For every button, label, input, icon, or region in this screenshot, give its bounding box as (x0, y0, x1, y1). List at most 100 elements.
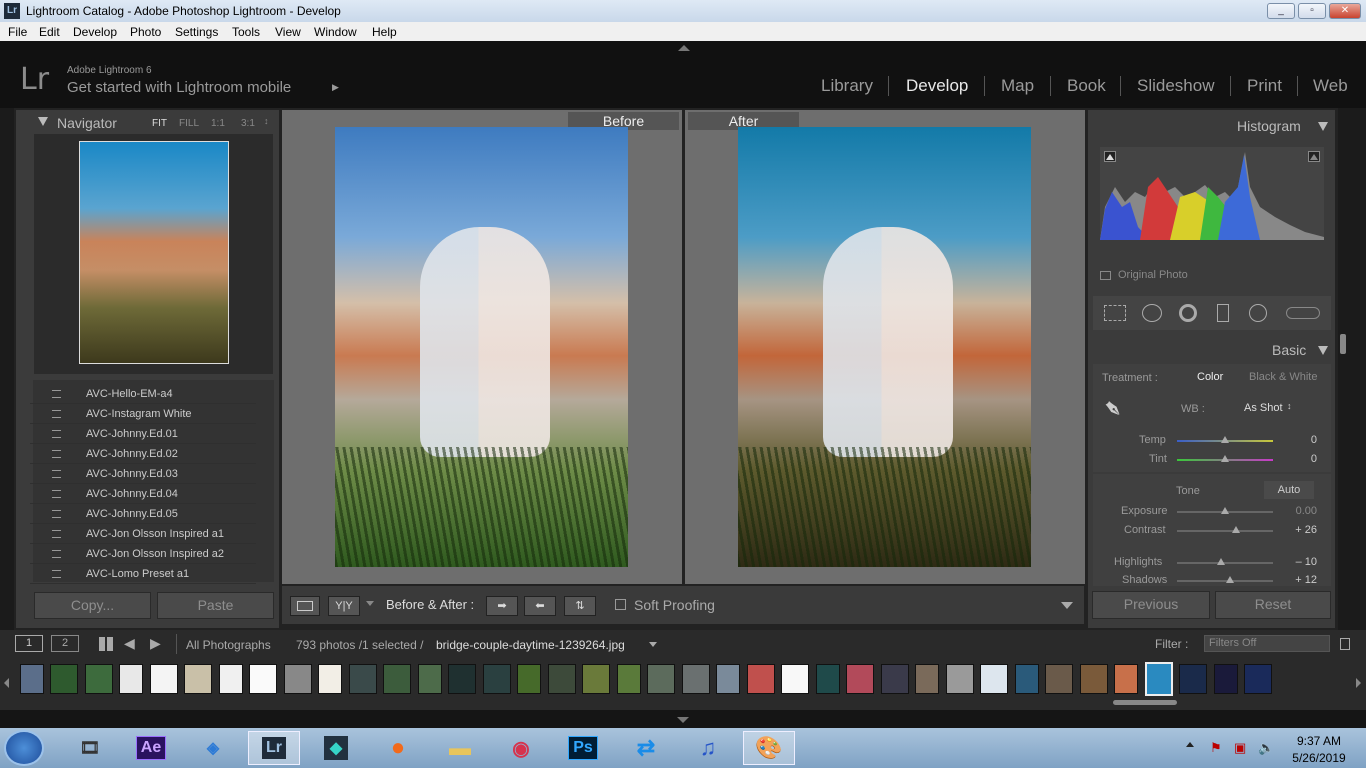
after-photo[interactable] (738, 127, 1031, 567)
filmstrip-thumbnail[interactable] (682, 664, 710, 694)
exposure-value[interactable]: 0.00 (1277, 505, 1317, 517)
filmstrip-thumbnail[interactable] (716, 664, 740, 694)
menu-tools[interactable]: Tools (232, 25, 260, 39)
filmstrip-thumbnail[interactable] (418, 664, 442, 694)
menu-window[interactable]: Window (314, 25, 357, 39)
clock-date[interactable]: 5/26/2019 (1288, 751, 1350, 765)
filmstrip-thumbnail[interactable] (781, 664, 809, 694)
previous-button[interactable]: Previous (1092, 591, 1210, 619)
filmstrip-thumbnail[interactable] (1145, 662, 1173, 696)
soft-proofing-checkbox[interactable] (615, 599, 626, 610)
zoom-fit[interactable]: FIT (152, 118, 167, 129)
disclosure-triangle-icon[interactable] (38, 117, 48, 126)
histogram-graph[interactable] (1100, 147, 1324, 240)
filmstrip-thumbnail[interactable] (483, 664, 511, 694)
copy-button[interactable]: Copy... (34, 592, 151, 619)
filename[interactable]: bridge-couple-daytime-1239264.jpg (436, 638, 625, 652)
shadows-slider[interactable] (1177, 580, 1273, 582)
paint-icon[interactable]: 🎨 (743, 731, 795, 765)
filmstrip-thumbnail[interactable] (1214, 664, 1238, 694)
collapse-bottom-icon[interactable] (677, 717, 689, 723)
menu-settings[interactable]: Settings (175, 25, 218, 39)
filmstrip-thumbnail[interactable] (349, 664, 377, 694)
start-button[interactable] (4, 730, 44, 766)
filmstrip-thumbnail[interactable] (85, 664, 113, 694)
filmstrip-thumbnail[interactable] (548, 664, 576, 694)
menu-help[interactable]: Help (372, 25, 397, 39)
highlights-value[interactable]: – 10 (1277, 556, 1317, 568)
temp-slider-knob[interactable] (1221, 436, 1229, 443)
preset-item[interactable]: AVC-Jon Olsson Inspired a1 (30, 524, 256, 544)
paste-button[interactable]: Paste (157, 592, 274, 619)
photoshop-icon[interactable]: Ps (568, 736, 598, 760)
mobile-link[interactable]: Get started with Lightroom mobile (67, 79, 291, 96)
shadows-value[interactable]: + 12 (1277, 574, 1317, 586)
second-screen-button[interactable]: 2 (51, 635, 79, 652)
filmstrip-thumbnail[interactable] (747, 664, 775, 694)
copy-after-to-before-icon[interactable]: ⬅ (524, 596, 556, 616)
preset-item[interactable]: AVC-Jon Olsson Inspired a2 (30, 544, 256, 564)
main-screen-button[interactable]: 1 (15, 635, 43, 652)
graduated-filter-icon[interactable] (1217, 304, 1229, 322)
filmstrip-thumbnail[interactable] (881, 664, 909, 694)
filmstrip-thumbnail[interactable] (284, 664, 312, 694)
media-player-icon[interactable]: 🎞 (64, 731, 116, 765)
filmstrip-thumbnail[interactable] (915, 664, 939, 694)
after-effects-icon[interactable]: Ae (135, 736, 167, 760)
source-label[interactable]: All Photographs (186, 638, 271, 652)
menu-file[interactable]: File (8, 25, 27, 39)
filmstrip-thumbnail[interactable] (980, 664, 1008, 694)
basic-collapse-icon[interactable] (1318, 346, 1328, 355)
forward-arrow-icon[interactable]: ▶ (150, 635, 161, 652)
crop-tool-icon[interactable] (1104, 305, 1126, 321)
filmstrip-thumbnail[interactable] (617, 664, 641, 694)
contrast-slider-knob[interactable] (1232, 526, 1240, 533)
tint-slider-knob[interactable] (1221, 455, 1229, 462)
teamviewer-icon[interactable]: ⇄ (620, 731, 672, 765)
action-center-icon[interactable]: ⚑ (1210, 740, 1222, 756)
loupe-view-button[interactable] (290, 596, 320, 616)
spot-removal-icon[interactable] (1142, 304, 1162, 322)
menu-view[interactable]: View (275, 25, 301, 39)
module-map[interactable]: Map (1001, 76, 1034, 96)
collapse-top-icon[interactable] (678, 45, 690, 51)
auto-tone-button[interactable]: Auto (1264, 481, 1314, 499)
treatment-black-white[interactable]: Black & White (1249, 371, 1317, 383)
camera-app-icon[interactable]: ◉ (495, 731, 547, 765)
preset-item[interactable]: AVC-Instagram White (30, 404, 256, 424)
preset-item[interactable]: AVC-Johnny.Ed.03 (30, 464, 256, 484)
preset-item[interactable]: AVC-Johnny.Ed.05 (30, 504, 256, 524)
filmstrip-thumbnail[interactable] (219, 664, 243, 694)
before-photo[interactable] (335, 127, 628, 567)
filmstrip-thumbnail[interactable] (1114, 664, 1138, 694)
close-button[interactable]: ✕ (1329, 3, 1361, 19)
filmstrip-thumbnail[interactable] (383, 664, 411, 694)
shadows-slider-knob[interactable] (1226, 576, 1234, 583)
filmstrip-thumbnail[interactable] (846, 664, 874, 694)
preset-item[interactable]: AVC-Johnny.Ed.04 (30, 484, 256, 504)
module-slideshow[interactable]: Slideshow (1137, 76, 1215, 96)
filmstrip-thumbnail[interactable] (184, 664, 212, 694)
clock-time[interactable]: 9:37 AM (1292, 734, 1346, 748)
temp-value[interactable]: 0 (1277, 434, 1317, 446)
grid-view-icon[interactable] (99, 637, 115, 651)
original-photo-checkbox[interactable] (1100, 271, 1111, 280)
network-status-icon[interactable]: ▣ (1234, 740, 1246, 756)
module-web[interactable]: Web (1313, 76, 1348, 96)
before-after-view-button[interactable]: Y|Y (328, 596, 360, 616)
filmstrip-thumbnail[interactable] (20, 664, 44, 694)
menu-edit[interactable]: Edit (39, 25, 60, 39)
navigator-preview[interactable] (34, 134, 273, 374)
filmstrip-thumbnail[interactable] (1080, 664, 1108, 694)
reset-button[interactable]: Reset (1215, 591, 1331, 619)
filmora-icon[interactable]: ◆ (323, 736, 349, 760)
audio-app-icon[interactable]: ♫ (682, 731, 734, 765)
filmstrip-thumbnail[interactable] (448, 664, 476, 694)
filmstrip-thumbnail[interactable] (150, 664, 178, 694)
wb-select[interactable]: As Shot (1244, 402, 1283, 414)
right-scrollbar[interactable] (1340, 334, 1346, 354)
module-develop[interactable]: Develop (906, 76, 968, 96)
volume-icon[interactable]: 🔈 (1258, 740, 1274, 756)
filmstrip-thumbnail[interactable] (582, 664, 610, 694)
filename-dropdown-icon[interactable] (649, 642, 657, 647)
